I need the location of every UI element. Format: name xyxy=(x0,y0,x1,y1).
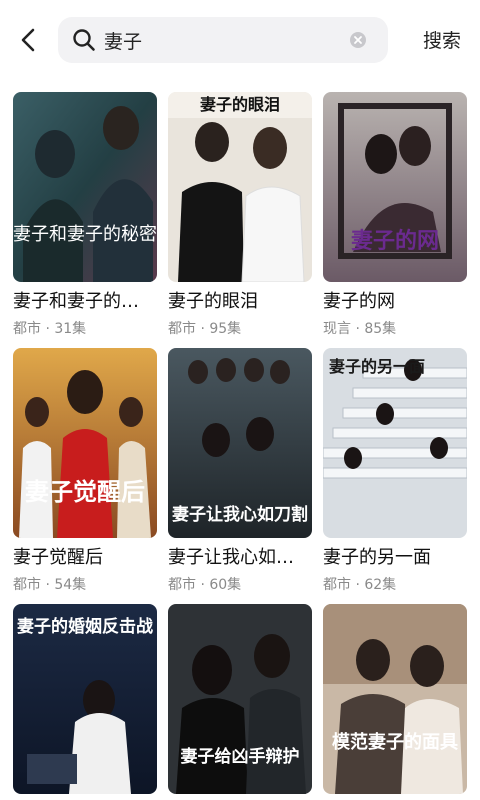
search-icon xyxy=(73,29,95,51)
separator: · xyxy=(45,321,50,337)
result-meta: 都市 · 54集 xyxy=(13,576,86,594)
poster-image[interactable]: 模范妻子的面具 xyxy=(323,604,467,794)
poster-image[interactable]: 妻子的另一面 xyxy=(323,348,467,538)
back-button[interactable] xyxy=(14,24,44,56)
poster-image[interactable]: 妻子让我心如刀割 xyxy=(168,348,312,538)
separator: · xyxy=(355,577,360,593)
separator: · xyxy=(355,321,360,337)
result-meta: 都市 · 95集 xyxy=(168,320,241,338)
result-title: 妻子觉醒后 xyxy=(13,547,103,568)
genre-label: 都市 xyxy=(323,577,351,593)
poster-title: 妻子的另一面 xyxy=(329,357,425,376)
genre-label: 都市 xyxy=(13,577,41,593)
search-box xyxy=(58,17,388,63)
episode-count: 62集 xyxy=(364,577,397,593)
search-input[interactable] xyxy=(104,25,344,55)
poster-image[interactable]: 妻子觉醒后 xyxy=(13,348,157,538)
result-title: 妻子的另一面 xyxy=(323,547,431,568)
poster-title: 模范妻子的面具 xyxy=(332,731,458,753)
result-meta: 现言 · 85集 xyxy=(323,320,396,338)
clear-icon[interactable] xyxy=(350,32,366,48)
poster-title: 妻子和妻子的秘密 xyxy=(13,224,157,245)
poster-title: 妻子觉醒后 xyxy=(25,477,145,506)
poster-title: 妻子让我心如刀割 xyxy=(172,504,308,525)
poster-title: 妻子的婚姻反击战 xyxy=(17,616,153,637)
result-title: 妻子的网 xyxy=(323,291,395,312)
genre-label: 现言 xyxy=(323,321,351,337)
top-bar: 搜索 xyxy=(0,0,480,80)
result-title: 妻子的眼泪 xyxy=(168,291,258,312)
result-title: 妻子让我心如… xyxy=(168,547,294,568)
result-meta: 都市 · 62集 xyxy=(323,576,396,594)
episode-count: 85集 xyxy=(364,321,397,337)
result-meta: 都市 · 60集 xyxy=(168,576,241,594)
episode-count: 95集 xyxy=(209,321,242,337)
episode-count: 60集 xyxy=(209,577,242,593)
episode-count: 54集 xyxy=(54,577,87,593)
separator: · xyxy=(200,577,205,593)
result-meta: 都市 · 31集 xyxy=(13,320,86,338)
result-title: 妻子和妻子的… xyxy=(13,291,139,312)
genre-label: 都市 xyxy=(13,321,41,337)
search-button[interactable]: 搜索 xyxy=(415,28,469,54)
poster-image[interactable]: 妻子给凶手辩护 xyxy=(168,604,312,794)
episode-count: 31集 xyxy=(54,321,87,337)
poster-title: 妻子的网 xyxy=(351,228,439,254)
poster-title: 妻子给凶手辩护 xyxy=(181,746,300,767)
genre-label: 都市 xyxy=(168,577,196,593)
poster-image[interactable]: 妻子和妻子的秘密 xyxy=(13,92,157,282)
poster-image[interactable]: 妻子的网 xyxy=(323,92,467,282)
poster-image[interactable]: 妻子的婚姻反击战 xyxy=(13,604,157,794)
separator: · xyxy=(200,321,205,337)
poster-image[interactable]: 妻子的眼泪 xyxy=(168,92,312,282)
poster-title: 妻子的眼泪 xyxy=(200,95,280,114)
chevron-left-icon xyxy=(21,28,35,52)
separator: · xyxy=(45,577,50,593)
genre-label: 都市 xyxy=(168,321,196,337)
